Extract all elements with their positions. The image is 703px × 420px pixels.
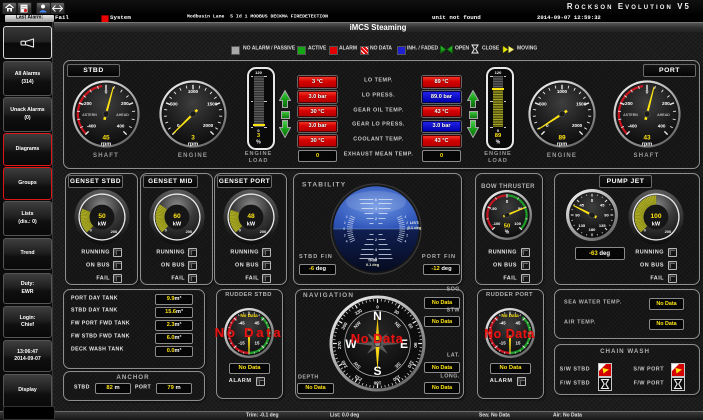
svg-text:50: 50 <box>98 213 106 220</box>
svg-text:400: 400 <box>117 124 125 129</box>
svg-text:45: 45 <box>600 202 605 207</box>
svg-text:2: 2 <box>343 221 345 225</box>
svg-text:ASTERN: ASTERN <box>82 113 97 117</box>
svg-text:2000: 2000 <box>203 123 214 128</box>
svg-text:0.1 deg: 0.1 deg <box>407 225 421 230</box>
svg-text:4: 4 <box>404 215 406 219</box>
svg-text:kW: kW <box>247 221 256 227</box>
svg-text:100: 100 <box>514 221 521 226</box>
svg-text:2: 2 <box>375 237 377 241</box>
svg-text:rpm: rpm <box>557 142 568 148</box>
svg-text:2: 2 <box>343 233 345 237</box>
svg-text:No Data: No Data <box>240 313 258 318</box>
svg-text:100: 100 <box>650 213 661 220</box>
svg-text:-200: -200 <box>83 101 93 106</box>
svg-text:500: 500 <box>539 101 547 106</box>
svg-text:0: 0 <box>105 90 108 96</box>
svg-text:200: 200 <box>111 228 118 233</box>
svg-text:45: 45 <box>515 321 520 326</box>
svg-text:1000: 1000 <box>188 89 199 94</box>
svg-text:AHEAD: AHEAD <box>657 113 670 117</box>
svg-text:rpm: rpm <box>188 142 199 148</box>
svg-text:kW: kW <box>173 221 182 227</box>
svg-text:135: 135 <box>598 223 605 228</box>
svg-text:rpm: rpm <box>641 142 652 148</box>
svg-text:2000: 2000 <box>572 123 583 128</box>
svg-text:No Data: No Data <box>501 313 519 318</box>
svg-text:3: 3 <box>191 135 195 142</box>
svg-text:1500: 1500 <box>207 101 218 106</box>
svg-text:180: 180 <box>373 380 381 385</box>
svg-text:200: 200 <box>662 101 670 106</box>
svg-text:90: 90 <box>575 213 580 218</box>
svg-text:90: 90 <box>604 213 609 218</box>
svg-text:135: 135 <box>578 223 585 228</box>
svg-text:ASTERN: ASTERN <box>623 113 638 117</box>
svg-text:-100: -100 <box>492 221 501 226</box>
svg-text:1000: 1000 <box>557 89 568 94</box>
svg-text:0.1 deg: 0.1 deg <box>365 263 379 267</box>
svg-text:200: 200 <box>186 228 193 233</box>
svg-text:60: 60 <box>173 213 181 220</box>
svg-text:15: 15 <box>515 341 520 346</box>
svg-text:-45: -45 <box>499 321 506 326</box>
svg-text:15: 15 <box>254 341 259 346</box>
svg-text:-15: -15 <box>499 341 506 346</box>
svg-text:1500: 1500 <box>576 101 587 106</box>
svg-text:2: 2 <box>406 233 408 237</box>
svg-text:4: 4 <box>345 239 347 243</box>
svg-text:4: 4 <box>345 215 347 219</box>
svg-text:TRIM: TRIM <box>367 258 376 262</box>
svg-text:0: 0 <box>645 90 648 96</box>
svg-text:-400: -400 <box>627 124 637 129</box>
svg-text:45: 45 <box>102 135 110 142</box>
svg-text:kW: kW <box>98 221 107 227</box>
svg-text:0: 0 <box>343 227 345 231</box>
svg-text:%: % <box>504 230 509 236</box>
svg-text:43: 43 <box>643 135 651 142</box>
svg-text:-45: -45 <box>238 321 245 326</box>
svg-text:-50: -50 <box>490 206 497 211</box>
svg-text:45: 45 <box>579 202 584 207</box>
svg-text:-200: -200 <box>623 101 633 106</box>
svg-text:2: 2 <box>375 216 377 220</box>
svg-text:48: 48 <box>247 213 255 220</box>
svg-text:200: 200 <box>664 228 671 233</box>
svg-text:-400: -400 <box>87 124 97 129</box>
svg-text:4: 4 <box>404 239 406 243</box>
svg-text:45: 45 <box>254 321 259 326</box>
svg-text:-15: -15 <box>238 341 245 346</box>
svg-text:200: 200 <box>121 101 129 106</box>
svg-text:kW: kW <box>651 221 660 227</box>
svg-text:400: 400 <box>657 124 665 129</box>
svg-text:AHEAD: AHEAD <box>116 113 129 117</box>
svg-text:4: 4 <box>375 247 377 251</box>
svg-text:200: 200 <box>260 228 267 233</box>
svg-text:180: 180 <box>588 227 595 232</box>
svg-text:500: 500 <box>170 101 178 106</box>
svg-text:rpm: rpm <box>101 142 112 148</box>
svg-text:89: 89 <box>558 135 566 142</box>
